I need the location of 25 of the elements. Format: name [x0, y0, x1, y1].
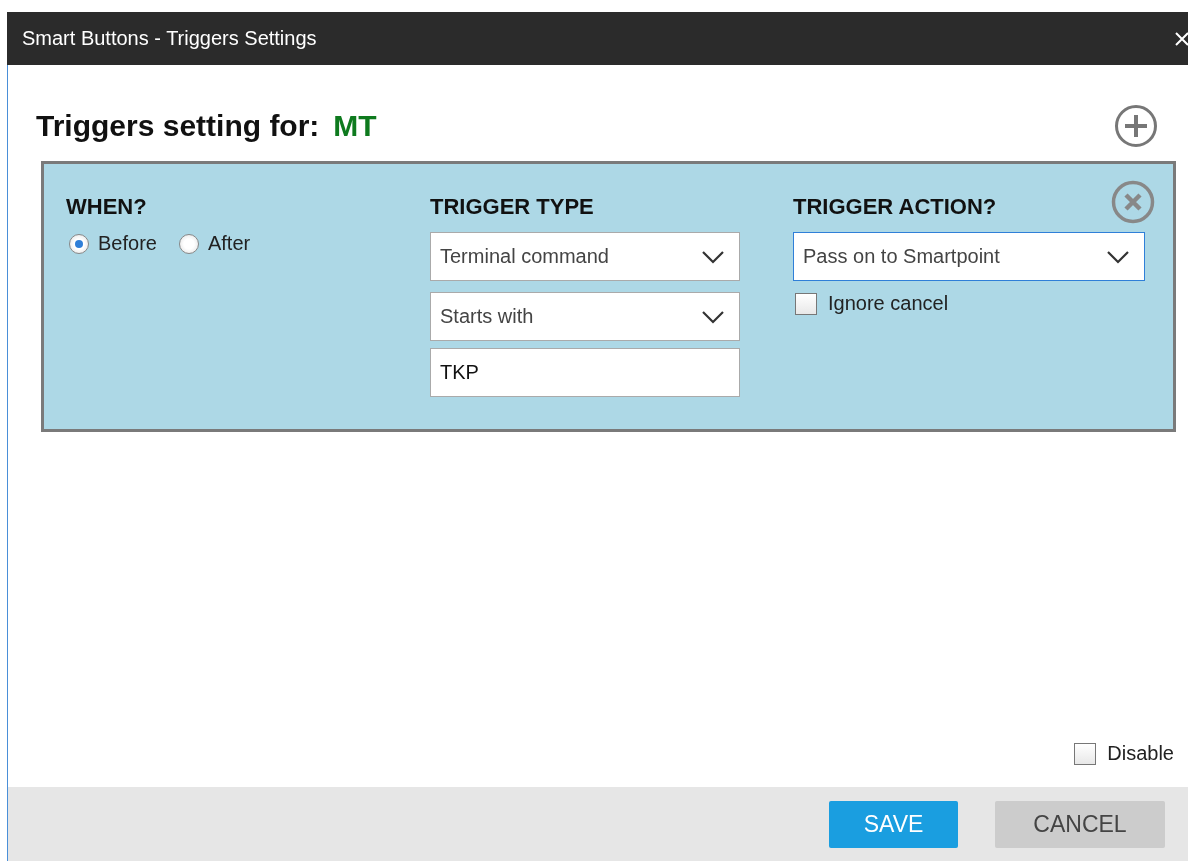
column-heading: TRIGGER ACTION?	[793, 194, 997, 218]
dropdown[interactable]: Terminal command	[430, 232, 740, 281]
checkbox[interactable]	[1074, 742, 1097, 765]
checkbox-label: Ignore cancel	[828, 292, 949, 315]
column-heading: TRIGGER TYPE	[430, 194, 594, 218]
dropdown[interactable]: Pass on to Smartpoint	[793, 232, 1145, 281]
radio-label: Before	[98, 232, 157, 255]
window-title: Smart Buttons - Triggers Settings	[22, 27, 317, 50]
cancel-button[interactable]: CANCEL	[995, 800, 1165, 848]
heading-value: MT	[333, 109, 377, 143]
close-icon[interactable]	[1174, 30, 1188, 47]
checkbox-label: Disable	[1107, 742, 1174, 765]
radio-label: After	[207, 232, 251, 255]
dropdown[interactable]: Starts with	[430, 292, 740, 341]
chevron-down-icon	[701, 309, 725, 324]
text-field[interactable]: TKP	[430, 348, 740, 397]
radio-button[interactable]	[178, 233, 199, 254]
checkbox[interactable]	[795, 292, 817, 315]
chevron-down-icon	[1106, 249, 1130, 264]
remove-icon[interactable]	[1111, 180, 1155, 224]
add-icon[interactable]	[1114, 104, 1158, 148]
heading-label: Triggers setting for:	[36, 109, 320, 143]
chevron-down-icon	[701, 249, 725, 264]
radio-button[interactable]	[69, 233, 89, 254]
column-heading: WHEN?	[66, 194, 147, 218]
